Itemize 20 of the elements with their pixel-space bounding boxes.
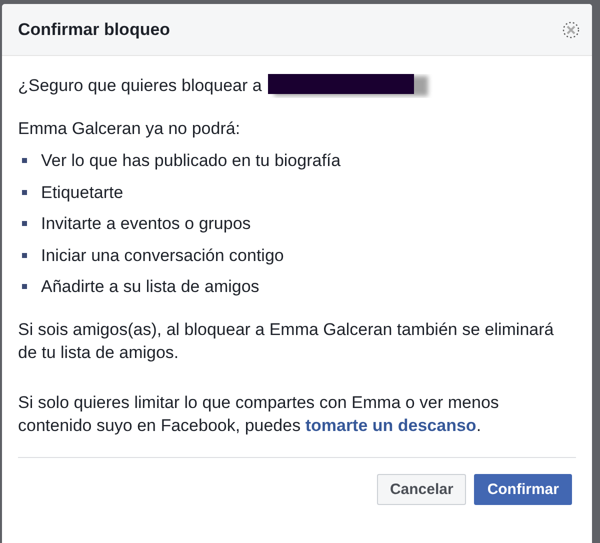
- close-button[interactable]: [562, 20, 580, 38]
- bullet-icon: [22, 284, 27, 290]
- confirm-button[interactable]: Confirmar: [474, 474, 572, 504]
- restriction-item: Añadirte a su lista de amigos: [41, 276, 260, 298]
- alternative-text: Si solo quieres limitar lo que compartes con Emma o ver menos contenido suyo en Facebook, puedes tomarte un descanso.: [18, 392, 500, 436]
- bullet-icon: [22, 190, 27, 195]
- bullet-icon: [22, 158, 27, 164]
- block-question: ¿Seguro que quieres bloquear a: [18, 74, 262, 96]
- close-icon: [562, 20, 580, 38]
- restriction-item: Etiquetarte: [41, 182, 124, 204]
- restriction-item: Ver lo que has publicado en tu biografía: [41, 150, 341, 172]
- bullet-icon: [22, 221, 27, 226]
- restriction-item: Invitarte a eventos o grupos: [41, 213, 251, 236]
- bullet-icon: [22, 252, 27, 258]
- cancel-button[interactable]: Cancelar: [376, 474, 466, 504]
- restriction-item: Iniciar una conversación contigo: [41, 244, 284, 267]
- friends-note: Si sois amigos(as), al bloquear a Emma Galceran también se eliminará de tu lista de amigos.: [18, 318, 555, 364]
- dialog-title: Confirmar bloqueo: [18, 20, 170, 40]
- take-a-break-link[interactable]: tomarte un descanso: [305, 416, 476, 434]
- intro-text: Emma Galceran ya no podrá:: [18, 118, 242, 140]
